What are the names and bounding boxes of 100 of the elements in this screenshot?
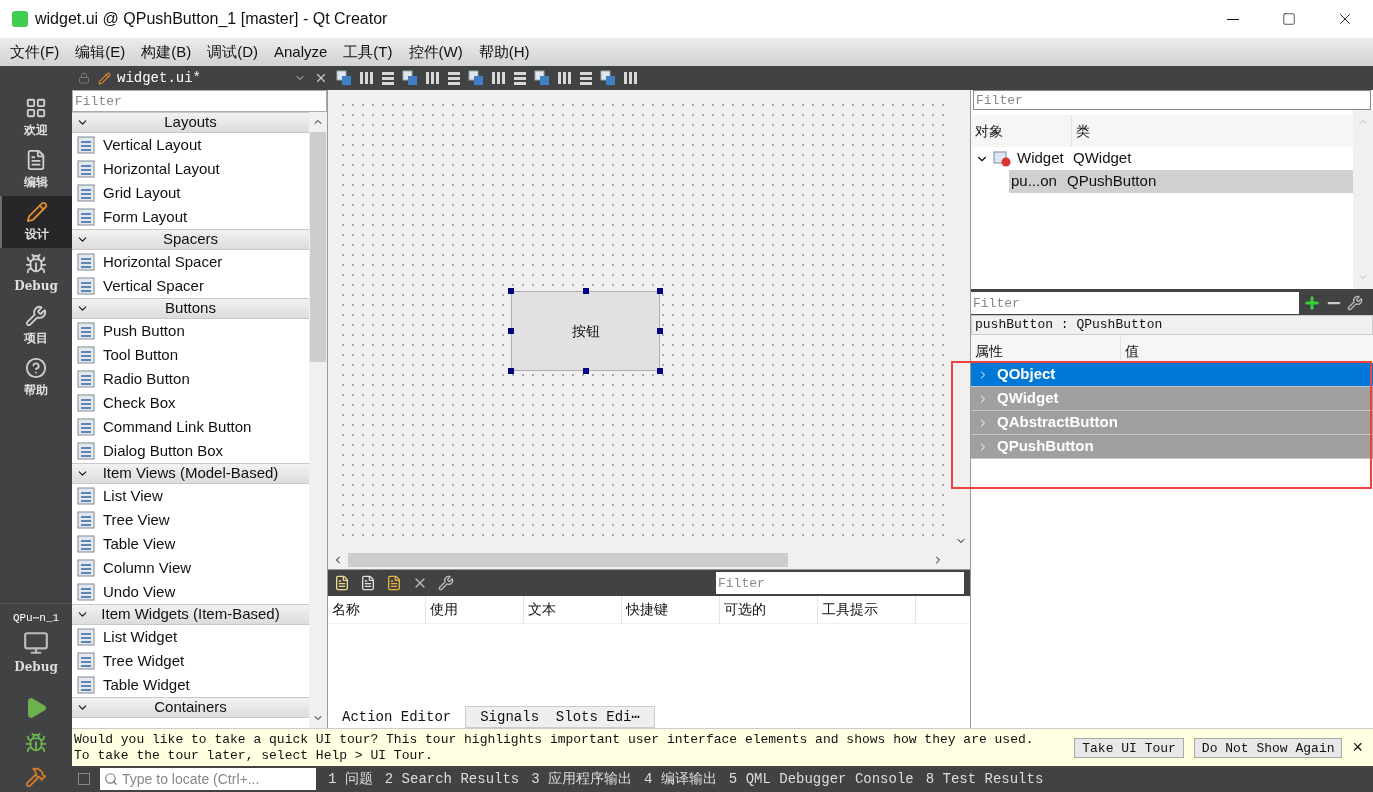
- sidebar-toggle-icon[interactable]: [78, 773, 90, 785]
- layout-tool-icon[interactable]: [512, 70, 528, 86]
- layout-tool-icon[interactable]: [446, 70, 462, 86]
- layout-tool-icon[interactable]: [468, 70, 484, 86]
- column-header[interactable]: 工具提示: [818, 596, 916, 623]
- widget-item[interactable]: Command Link Button: [103, 415, 252, 439]
- column-header[interactable]: 值: [1121, 335, 1139, 363]
- widget-item[interactable]: Grid Layout: [103, 181, 181, 205]
- output-pane-button[interactable]: 4 编译输出: [644, 768, 717, 790]
- menu-item[interactable]: 工具(T): [335, 40, 401, 64]
- build-icon[interactable]: [25, 766, 47, 788]
- category-header[interactable]: Item Views (Model-Based): [72, 463, 309, 484]
- paste-action-icon[interactable]: [386, 575, 402, 591]
- layout-tool-icon[interactable]: [534, 70, 550, 86]
- menu-item[interactable]: 帮助(H): [470, 40, 538, 64]
- widget-item[interactable]: Tree View: [103, 508, 170, 532]
- widget-item[interactable]: Horizontal Spacer: [103, 250, 223, 274]
- layout-tool-icon[interactable]: [490, 70, 506, 86]
- layout-tool-icon[interactable]: [578, 70, 594, 86]
- filter-field[interactable]: Filter: [72, 90, 327, 112]
- layout-tool-icon[interactable]: [622, 70, 638, 86]
- menu-item[interactable]: 控件(W): [400, 40, 471, 64]
- widget-item[interactable]: Tool Button: [103, 343, 179, 367]
- widget-item[interactable]: List Widget: [103, 625, 178, 649]
- column-header[interactable]: 类: [1072, 115, 1090, 147]
- output-pane-button[interactable]: 2 Search Results: [384, 768, 520, 790]
- widget-item[interactable]: Table View: [103, 532, 176, 556]
- column-header[interactable]: 可选的: [720, 596, 818, 623]
- new-action-icon[interactable]: [334, 575, 350, 591]
- copy-action-icon[interactable]: [360, 575, 376, 591]
- category-header[interactable]: Buttons: [72, 298, 309, 319]
- menu-item[interactable]: 构建(B): [133, 40, 200, 64]
- tree-row[interactable]: Widget QWidget: [989, 147, 1353, 170]
- push-button[interactable]: 按钮: [511, 291, 660, 371]
- column-header[interactable]: 使用: [426, 596, 524, 623]
- widget-item[interactable]: Form Layout: [103, 205, 188, 229]
- locator-field[interactable]: Type to locate (Ctrl+...: [100, 768, 316, 790]
- filter-field[interactable]: Filter: [973, 90, 1371, 110]
- debug-run-icon[interactable]: [25, 732, 47, 754]
- widget-item[interactable]: Check Box: [103, 391, 176, 415]
- file-name[interactable]: widget.ui*: [117, 67, 201, 89]
- selection-handle[interactable]: [657, 328, 663, 334]
- widget-item[interactable]: Dialog Button Box: [103, 439, 224, 463]
- widget-item[interactable]: Vertical Layout: [103, 133, 202, 157]
- menu-item[interactable]: Analyze: [266, 40, 336, 64]
- column-header[interactable]: 名称: [328, 596, 426, 623]
- category-header[interactable]: Spacers: [72, 229, 309, 250]
- output-pane-button[interactable]: 8 Test Results: [925, 768, 1044, 790]
- widget-item[interactable]: List View: [103, 484, 163, 508]
- menu-item[interactable]: 文件(F): [2, 40, 68, 64]
- dismiss-button[interactable]: Do Not Show Again: [1193, 737, 1343, 758]
- wrench-icon[interactable]: [438, 575, 454, 591]
- selection-handle[interactable]: [657, 288, 663, 294]
- layout-tool-icon[interactable]: [380, 70, 396, 86]
- close-button[interactable]: ×: [1352, 734, 1363, 761]
- mode-tab[interactable]: 项目: [0, 300, 72, 352]
- output-pane-button[interactable]: 3 应用程序输出: [531, 768, 633, 790]
- layout-tool-icon[interactable]: [336, 70, 352, 86]
- close-document-icon[interactable]: [314, 71, 328, 85]
- mode-tab[interactable]: Debug: [0, 248, 72, 300]
- property-group-row[interactable]: QObject: [971, 363, 1373, 387]
- menu-item[interactable]: 调试(D): [199, 40, 266, 64]
- wrench-icon[interactable]: [1347, 295, 1363, 311]
- mode-tab[interactable]: 欢迎: [0, 92, 72, 144]
- filter-field[interactable]: Filter: [716, 572, 964, 594]
- selection-handle[interactable]: [582, 288, 589, 294]
- layout-tool-icon[interactable]: [358, 70, 374, 86]
- mode-tab[interactable]: 设计: [0, 196, 72, 248]
- layout-tool-icon[interactable]: [424, 70, 440, 86]
- column-header[interactable]: 文本: [524, 596, 622, 623]
- widget-item[interactable]: Vertical Spacer: [103, 274, 204, 298]
- add-property-icon[interactable]: [1303, 294, 1321, 312]
- menu-item[interactable]: 编辑(E): [67, 40, 134, 64]
- selection-handle[interactable]: [508, 328, 514, 334]
- mode-tab[interactable]: 帮助: [0, 352, 72, 404]
- widget-item[interactable]: Horizontal Layout: [103, 157, 220, 181]
- scrollbar[interactable]: [1353, 110, 1373, 289]
- monitor-icon[interactable]: [23, 630, 49, 656]
- widget-item[interactable]: Table Widget: [103, 673, 190, 697]
- widget-item[interactable]: Push Button: [103, 319, 185, 343]
- category-header[interactable]: Item Widgets (Item-Based): [72, 604, 309, 625]
- category-header[interactable]: Containers: [72, 697, 309, 718]
- widget-item[interactable]: Column View: [103, 556, 192, 580]
- widget-item[interactable]: Radio Button: [103, 367, 190, 391]
- widget-item[interactable]: Undo View: [103, 580, 176, 604]
- selection-handle[interactable]: [582, 368, 589, 374]
- filter-field[interactable]: Filter: [971, 292, 1299, 314]
- scrollbar[interactable]: [309, 112, 327, 728]
- widget-item[interactable]: Tree Widget: [103, 649, 185, 673]
- category-header[interactable]: Layouts: [72, 112, 309, 133]
- layout-tool-icon[interactable]: [600, 70, 616, 86]
- tab[interactable]: Signals Slots Edi⋯: [465, 706, 655, 728]
- layout-tool-icon[interactable]: [402, 70, 418, 86]
- output-pane-button[interactable]: 1 问题: [328, 768, 373, 790]
- take-tour-button[interactable]: Take UI Tour: [1074, 737, 1184, 758]
- selection-handle[interactable]: [508, 288, 514, 294]
- selection-handle[interactable]: [657, 368, 663, 374]
- layout-tool-icon[interactable]: [556, 70, 572, 86]
- column-header[interactable]: 对象: [971, 115, 1072, 147]
- column-header[interactable]: 快捷键: [622, 596, 720, 623]
